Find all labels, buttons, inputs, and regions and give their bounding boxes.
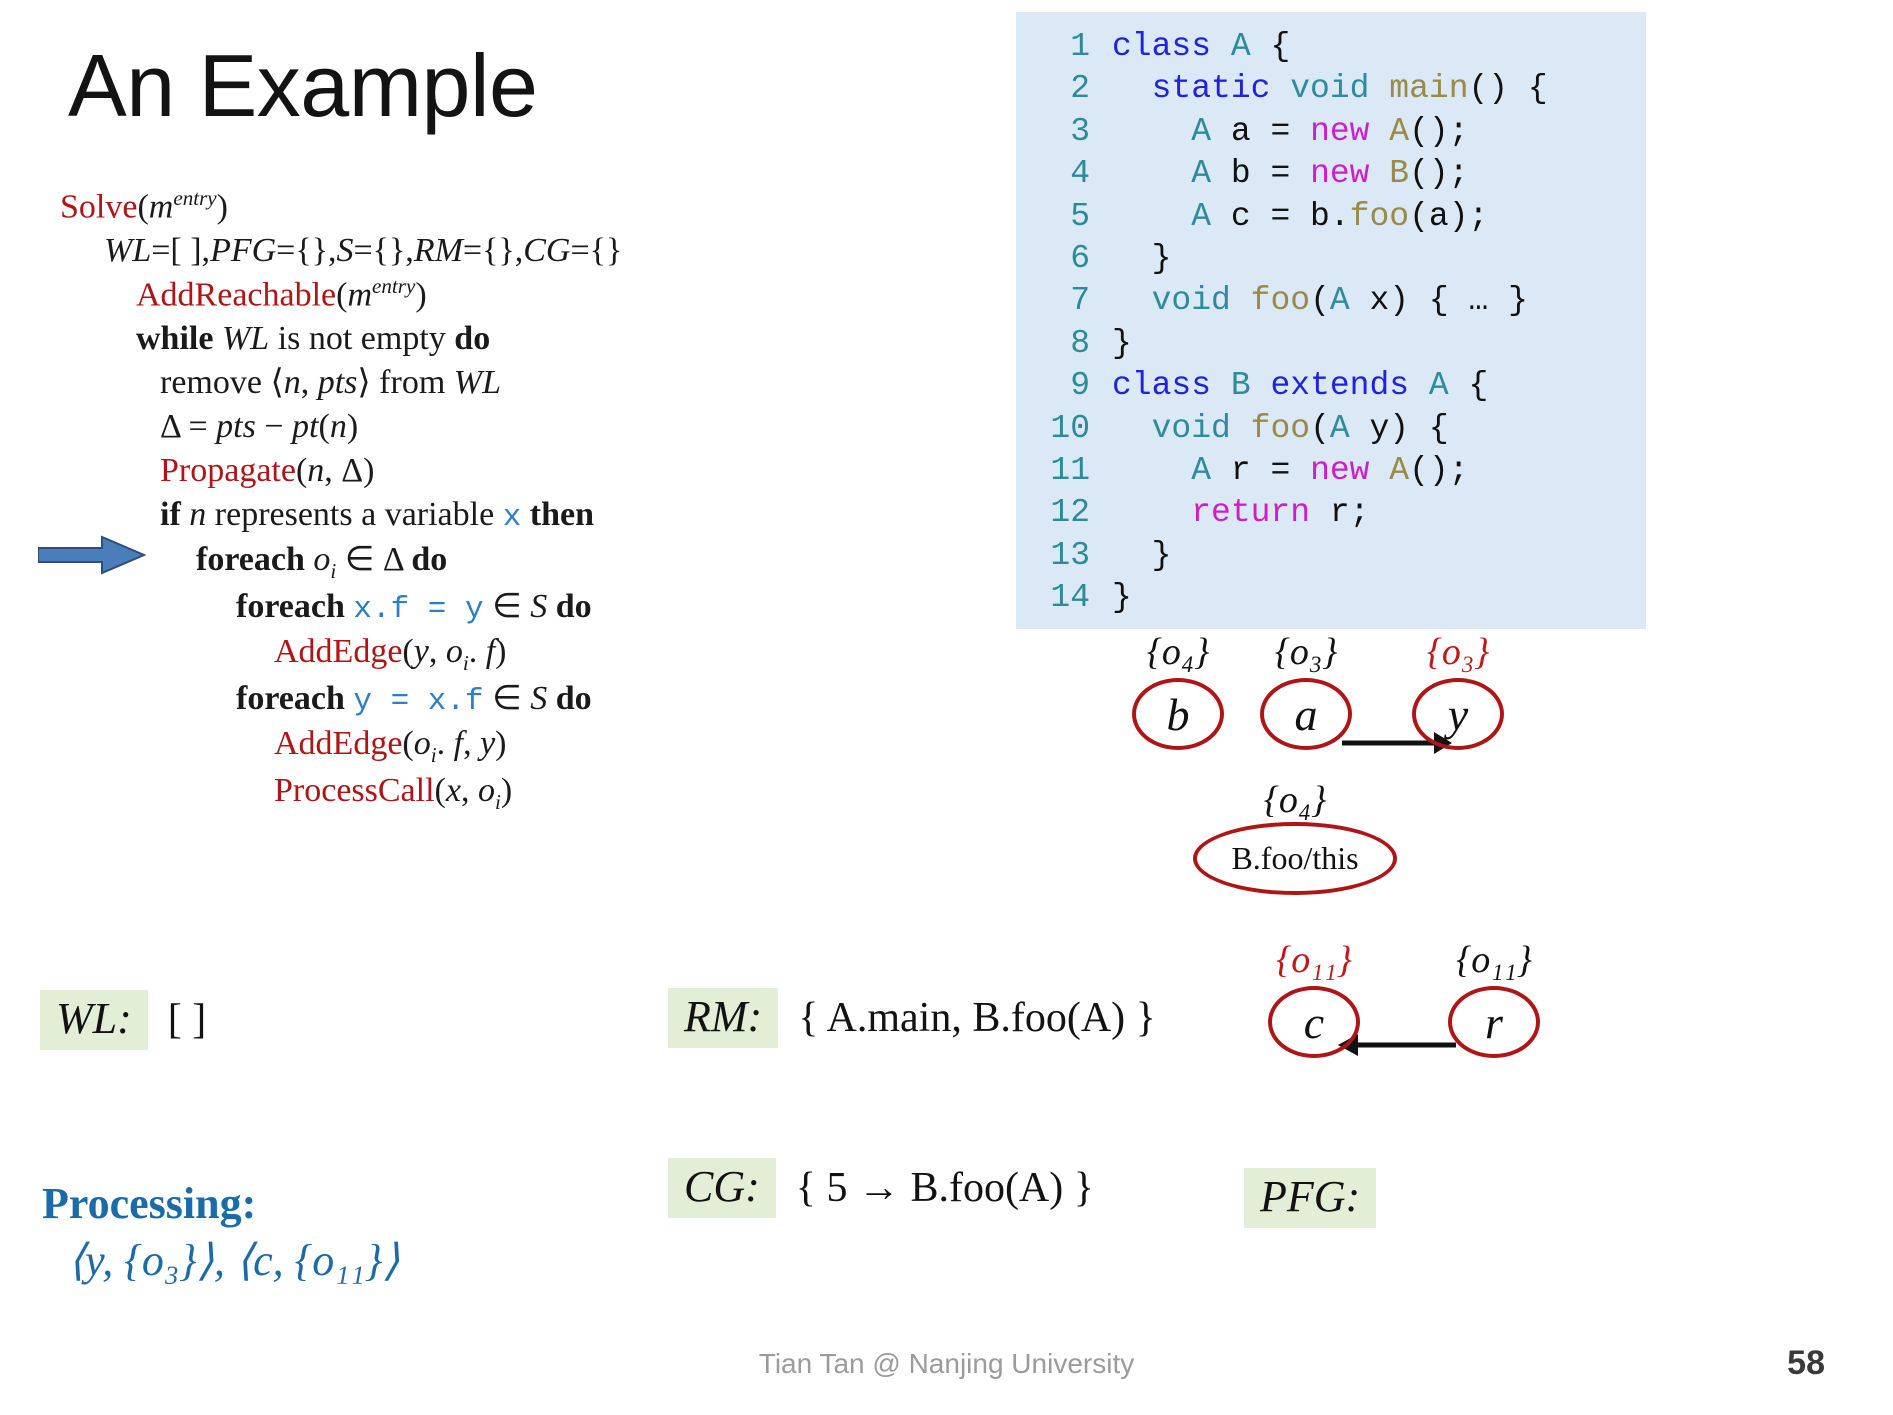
pfg-node-r: {o₁₁} r (1448, 938, 1540, 1058)
processing-value: ⟨y, {o₃}⟩, ⟨c, {o₁₁}⟩ (68, 1236, 400, 1285)
algo-line-init: WL=[ ],PFG={},S={},RM={},CG={} (104, 232, 623, 270)
cg-value: { 5 → B.foo(A) } (795, 1165, 1094, 1211)
pfg-node-a-ptset: {o₃} (1274, 631, 1338, 673)
page-title: An Example (68, 36, 538, 135)
algo-line-addreachable: AddReachable(mentry) (136, 274, 427, 314)
line-number: 8 (1070, 324, 1090, 362)
code-line-2: 2 static void main() { (1016, 68, 1646, 110)
line-number: 4 (1070, 155, 1090, 193)
state-call-graph: CG: { 5 → B.foo(A) } (668, 1158, 1094, 1218)
pfg-node-b-circle: b (1132, 678, 1224, 750)
wl-value: [ ] (167, 997, 207, 1043)
code-line-4: 4 A b = new B(); (1016, 153, 1646, 195)
line-number: 14 (1050, 579, 1090, 617)
algo-line-remove: remove ⟨n, pts⟩ from WL (160, 364, 501, 402)
pfg-node-b: {o₄} b (1132, 630, 1224, 750)
algo-line-foreach-store: foreach x.f = y ∈ S do (236, 587, 592, 627)
code-panel: 1 class A { 2 static void main() { 3 A a … (1016, 12, 1646, 629)
code-line-1: 1 class A { (1016, 26, 1646, 68)
state-worklist: WL: [ ] (40, 990, 206, 1050)
code-line-13: 13 } (1016, 535, 1646, 577)
algo-line-while: while WL is not empty do (136, 320, 491, 358)
pfg-node-c-ptset: {o₁₁} (1276, 939, 1352, 981)
code-line-5: 5 A c = b.foo(a); (1016, 196, 1646, 238)
algo-line-delta: Δ = pts − pt(n) (160, 407, 359, 445)
pfg-node-c-circle: c (1268, 986, 1360, 1058)
code-line-12: 12 return r; (1016, 492, 1646, 534)
algo-line-processcall: ProcessCall(x, oi) (274, 771, 513, 814)
line-number: 1 (1070, 28, 1090, 65)
line-number: 3 (1070, 112, 1090, 150)
algo-line-addedge-load: AddEdge(oi. f, y) (274, 724, 507, 767)
pfg-node-a-circle: a (1260, 678, 1352, 750)
algo-line-foreach-load: foreach y = x.f ∈ S do (236, 679, 592, 719)
code-line-7: 7 void foo(A x) { … } (1016, 280, 1646, 322)
code-line-14: 14} (1016, 577, 1646, 619)
pointer-flow-graph: {o₄} b {o₃} a {o₃} y {o₄} B.foo/this {o₁… (1100, 630, 1890, 1190)
pfg-node-y: {o₃} y (1412, 630, 1504, 750)
code-line-10: 10 void foo(A y) { (1016, 408, 1646, 450)
algo-line-propagate: Propagate(n, Δ) (160, 451, 375, 489)
algorithm-pseudocode: Solve(mentry) WL=[ ],PFG={},S={},RM={},C… (60, 185, 940, 816)
line-number: 2 (1070, 70, 1090, 108)
pfg-node-c: {o₁₁} c (1268, 938, 1360, 1058)
cg-label: CG: (668, 1158, 776, 1218)
pfg-node-bfoothis-ptset: {o₄} (1263, 779, 1327, 821)
pfg-node-b-ptset: {o₄} (1146, 631, 1210, 673)
code-line-6: 6 } (1016, 238, 1646, 280)
line-number: 9 (1070, 367, 1090, 405)
line-number: 13 (1050, 536, 1090, 574)
pfg-node-bfoothis: {o₄} B.foo/this (1150, 778, 1440, 895)
pfg-node-r-circle: r (1448, 986, 1540, 1058)
code-line-9: 9 class B extends A { (1016, 365, 1646, 407)
footer-attribution: Tian Tan @ Nanjing University (758, 1348, 1135, 1379)
pfg-node-a: {o₃} a (1260, 630, 1352, 750)
code-line-11: 11 A r = new A(); (1016, 450, 1646, 492)
pfg-node-y-circle: y (1412, 678, 1504, 750)
processing-label: Processing: (42, 1179, 257, 1228)
code-line-3: 3 A a = new A(); (1016, 111, 1646, 153)
line-number: 6 (1070, 239, 1090, 277)
line-number: 7 (1070, 282, 1090, 320)
line-number: 11 (1050, 451, 1090, 489)
line-number: 12 (1050, 494, 1090, 532)
line-number: 10 (1050, 409, 1090, 447)
wl-label: WL: (40, 990, 148, 1050)
page-number: 58 (1787, 1344, 1825, 1382)
pointer-arrow-icon (38, 535, 146, 575)
line-number: 5 (1070, 197, 1090, 235)
algo-line-addedge-store: AddEdge(y, oi. f) (274, 632, 507, 675)
pfg-node-r-ptset: {o₁₁} (1456, 939, 1532, 981)
code-line-8: 8} (1016, 323, 1646, 365)
pfg-node-bfoothis-ellipse: B.foo/this (1193, 822, 1397, 895)
algo-line-if: if n represents a variable x then (160, 495, 595, 535)
rm-label: RM: (668, 988, 779, 1048)
processing-block: Processing: ⟨y, {o₃}⟩, ⟨c, {o₁₁}⟩ (42, 1178, 400, 1286)
slide-root: An Example Solve(mentry) WL=[ ],PFG={},S… (0, 0, 1893, 1415)
state-reachable-methods: RM:{ A.main, B.foo(A) } (668, 988, 1156, 1048)
algo-line-solve: Solve(mentry) (60, 186, 228, 226)
algo-line-foreach-o: foreach oi ∈ Δ do (196, 540, 448, 583)
pfg-node-y-ptset: {o₃} (1426, 631, 1490, 673)
